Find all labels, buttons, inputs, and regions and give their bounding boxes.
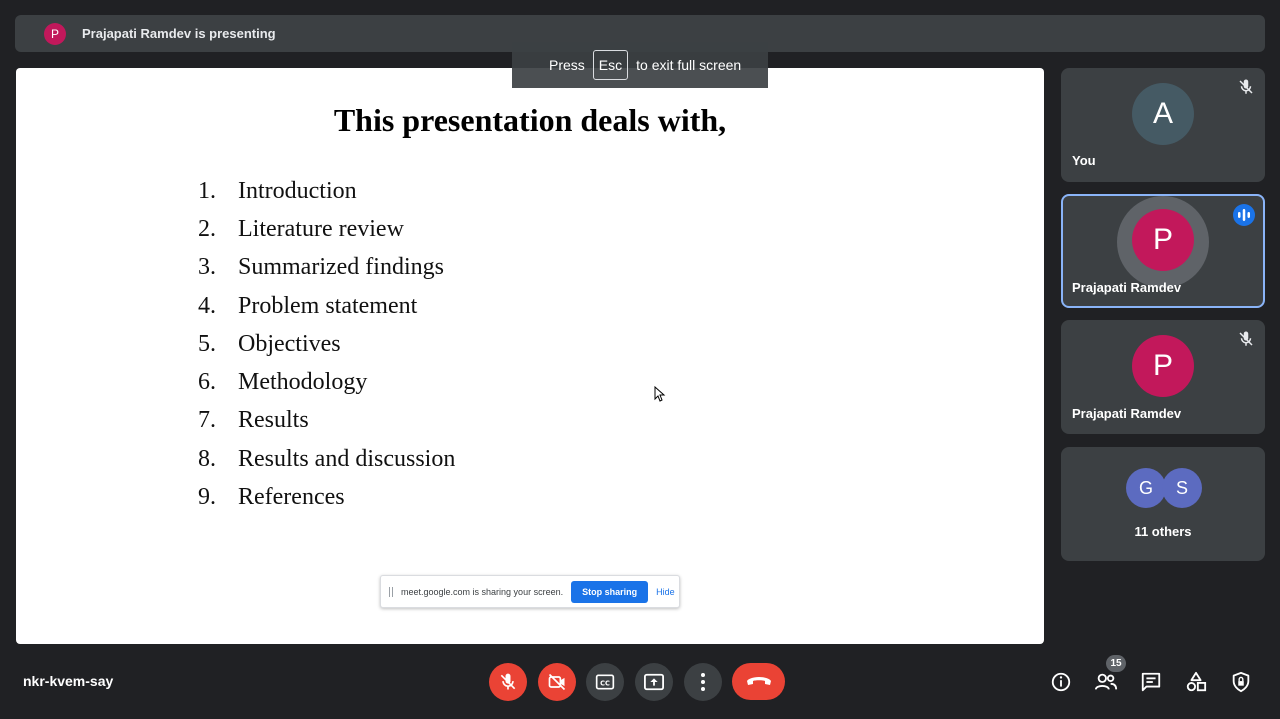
list-item: 7. Results — [198, 402, 455, 440]
chat-button[interactable] — [1139, 670, 1163, 694]
mic-toggle-button[interactable] — [489, 663, 527, 701]
avatar: P — [1132, 209, 1194, 271]
participant-name: You — [1072, 153, 1096, 168]
banner-rest: to exit full screen — [636, 57, 742, 73]
people-icon — [1094, 673, 1118, 690]
mouse-cursor-icon — [654, 386, 666, 402]
avatar: G — [1126, 468, 1166, 508]
present-now-button[interactable] — [635, 663, 673, 701]
list-item: 4. Problem statement — [198, 287, 455, 325]
info-icon — [1051, 672, 1071, 692]
end-call-icon — [746, 676, 771, 685]
item-number: 3. — [198, 254, 216, 281]
list-item: 6. Methodology — [198, 363, 455, 401]
host-controls-icon — [1232, 671, 1250, 693]
item-text: References — [238, 484, 345, 511]
host-controls-button[interactable] — [1229, 670, 1253, 694]
screen-share-notification: meet.google.com is sharing your screen. … — [380, 575, 680, 608]
mic-off-icon — [1239, 79, 1253, 94]
mic-off-icon — [1239, 331, 1253, 346]
captions-icon: CC — [595, 674, 615, 690]
participant-count-badge: 15 — [1106, 655, 1126, 672]
leave-call-button[interactable] — [732, 663, 785, 700]
presenter-avatar: P — [44, 22, 66, 45]
banner-press: Press — [549, 57, 585, 73]
participant-name: Prajapati Ramdev — [1072, 406, 1182, 421]
participant-tile-you[interactable]: A You — [1061, 68, 1265, 182]
meeting-info-button[interactable] — [1049, 670, 1073, 694]
item-number: 2. — [198, 215, 216, 242]
sharing-message: meet.google.com is sharing your screen. — [401, 586, 564, 597]
avatar: S — [1162, 468, 1202, 508]
people-button[interactable] — [1094, 670, 1118, 694]
more-options-button[interactable] — [684, 663, 722, 701]
captions-button[interactable]: CC — [586, 663, 624, 701]
item-text: Results and discussion — [238, 445, 456, 472]
list-item: 8. Results and discussion — [198, 440, 455, 478]
presenting-text: Prajapati Ramdev is presenting — [82, 26, 276, 41]
item-number: 9. — [198, 484, 216, 511]
others-count: 11 others — [1134, 524, 1192, 539]
avatar: A — [1132, 83, 1194, 145]
item-text: Introduction — [238, 177, 357, 204]
others-tile[interactable]: G S 11 others — [1061, 447, 1265, 561]
esc-key: Esc — [592, 50, 629, 80]
more-options-icon — [701, 673, 705, 691]
item-text: Results — [238, 407, 309, 434]
item-text: Methodology — [238, 369, 368, 396]
item-text: Literature review — [238, 215, 404, 242]
speaking-indicator-icon — [1233, 204, 1255, 226]
item-text: Objectives — [238, 330, 341, 357]
shared-screen: This presentation deals with, 1. Introduc… — [16, 68, 1044, 644]
camera-toggle-button[interactable] — [538, 663, 576, 701]
item-number: 1. — [198, 177, 216, 204]
item-number: 8. — [198, 445, 216, 472]
item-number: 6. — [198, 369, 216, 396]
chat-icon — [1141, 672, 1161, 692]
participant-tile-presenter[interactable]: P Prajapati Ramdev — [1061, 194, 1265, 308]
item-text: Summarized findings — [238, 254, 444, 281]
list-item: 1. Introduction — [198, 172, 455, 210]
svg-text:CC: CC — [600, 679, 610, 687]
list-item: 9. References — [198, 478, 455, 516]
participant-tile-presenter-2[interactable]: P Prajapati Ramdev — [1061, 320, 1265, 434]
hide-notification-link[interactable]: Hide — [656, 587, 675, 597]
slide-title: This presentation deals with, — [333, 102, 727, 138]
list-item: 5. Objectives — [198, 325, 455, 363]
list-item: 3. Summarized findings — [198, 249, 455, 287]
item-number: 4. — [198, 292, 216, 319]
item-number: 7. — [198, 407, 216, 434]
drag-handle-icon[interactable] — [389, 586, 393, 597]
slide-list: 1. Introduction 2. Literature review 3. Sum… — [198, 172, 455, 517]
present-icon — [644, 673, 664, 691]
item-number: 5. — [198, 330, 216, 357]
mic-off-icon — [500, 673, 516, 690]
item-text: Problem statement — [238, 292, 418, 319]
meeting-code: nkr-kvem-say — [23, 673, 114, 689]
stop-sharing-button[interactable]: Stop sharing — [571, 580, 649, 603]
activities-button[interactable] — [1184, 670, 1208, 694]
fullscreen-exit-banner: Press Esc to exit full screen — [512, 42, 768, 88]
activities-icon — [1186, 671, 1207, 692]
camera-off-icon — [548, 673, 566, 691]
participant-name: Prajapati Ramdev — [1072, 280, 1182, 295]
list-item: 2. Literature review — [198, 210, 455, 248]
avatar: P — [1132, 335, 1194, 397]
